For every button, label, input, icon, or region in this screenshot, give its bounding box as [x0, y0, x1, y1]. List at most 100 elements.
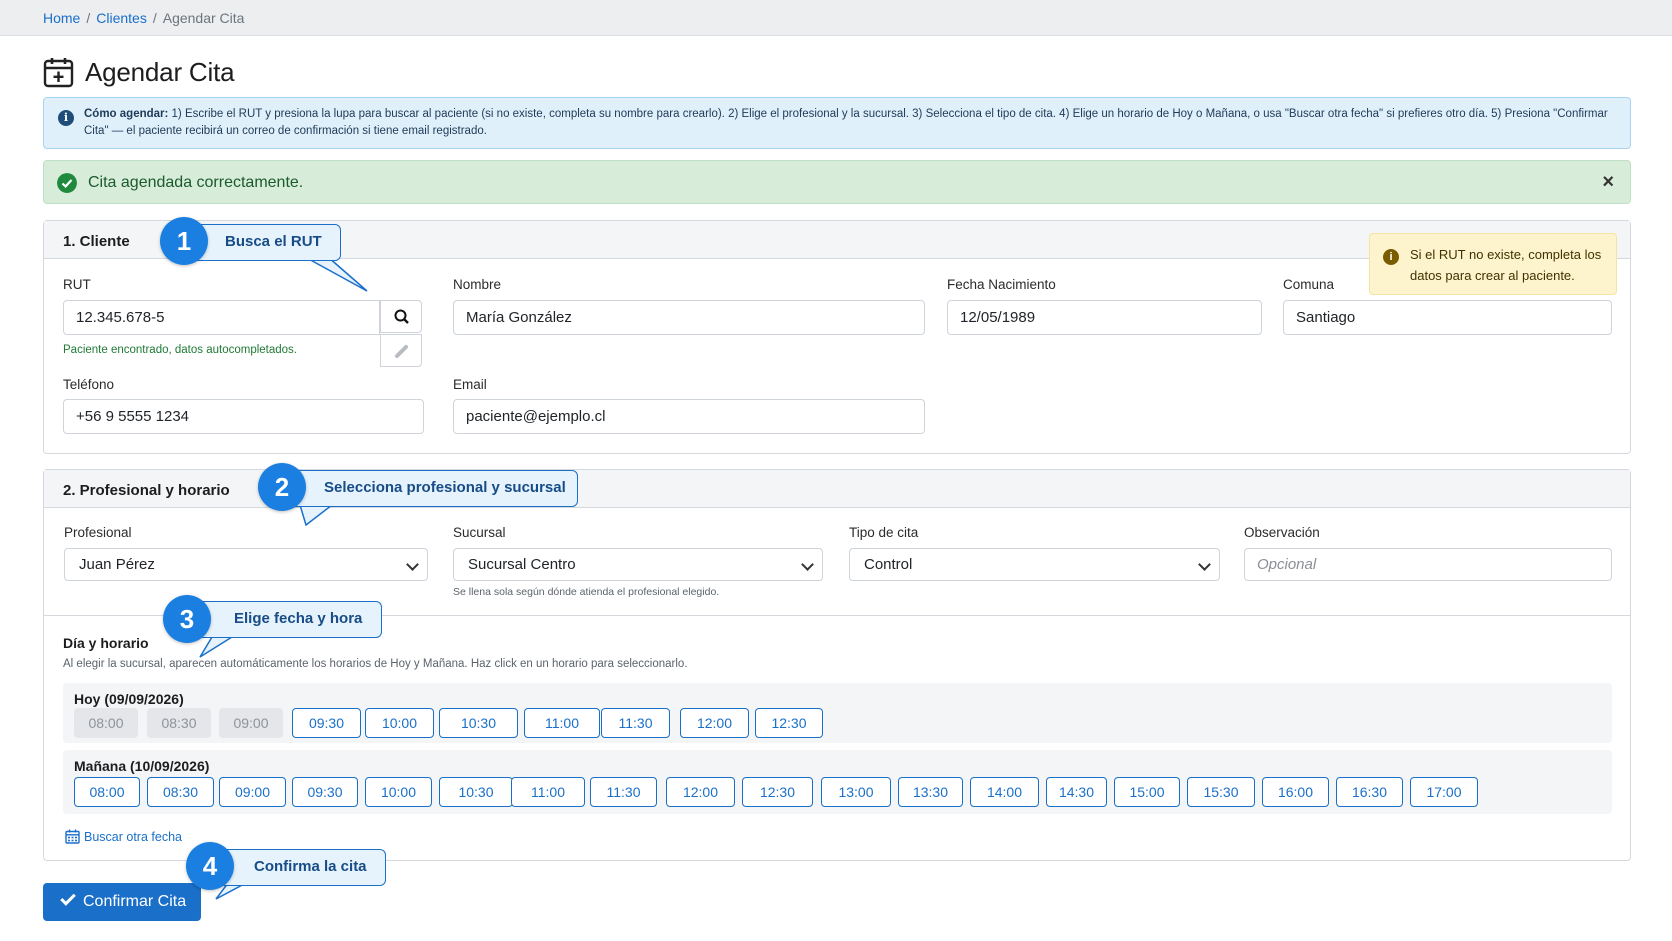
observacion-input[interactable]: Opcional [1244, 548, 1612, 581]
hoy-slots-panel: Hoy (09/09/2026) 08:00 08:30 09:00 09:30 10:… [63, 683, 1612, 743]
calendar-icon [65, 829, 80, 844]
step-2-badge: 2 [258, 463, 306, 511]
breadcrumb: Home / Clientes / Agendar Cita [43, 10, 244, 26]
calendar-plus-icon [43, 58, 74, 88]
observacion-label: Observación [1244, 525, 1320, 540]
check-circle-icon [57, 173, 77, 193]
instructions-box: i Cómo agendar: 1) Escribe el RUT y pres… [43, 97, 1631, 149]
time-slot[interactable]: 10:30 [439, 777, 513, 807]
time-slot[interactable]: 10:30 [439, 708, 518, 738]
buscar-otra-fecha-label: Buscar otra fecha [84, 829, 182, 844]
chevron-down-icon [1198, 558, 1211, 571]
time-slot: 08:30 [147, 708, 211, 738]
search-icon [394, 309, 409, 324]
time-slot[interactable]: 13:30 [898, 777, 963, 807]
nombre-label: Nombre [453, 277, 502, 292]
callout-1-text: Busca el RUT [225, 233, 322, 250]
time-slot[interactable]: 12:30 [755, 708, 823, 738]
time-slot[interactable]: 16:00 [1262, 777, 1329, 807]
chevron-down-icon [406, 558, 419, 571]
fecha-nacimiento-input[interactable]: 12/05/1989 [947, 300, 1262, 335]
instructions-heading: Cómo agendar: [84, 108, 169, 120]
time-slot[interactable]: 16:30 [1336, 777, 1403, 807]
pencil-icon [395, 345, 408, 358]
confirmar-cita-button[interactable]: Confirmar Cita [43, 883, 201, 921]
time-slot[interactable]: 14:30 [1046, 777, 1107, 807]
time-slot[interactable]: 14:00 [970, 777, 1039, 807]
callout-2-text: Selecciona profesional y sucursal [324, 479, 566, 496]
profesional-label: Profesional [64, 525, 132, 540]
time-slot[interactable]: 10:00 [365, 777, 432, 807]
callout-2: Selecciona profesional y sucursal [280, 470, 578, 507]
time-slot: 08:00 [74, 708, 138, 738]
manana-slots-panel: Mañana (10/09/2026) 08:00 08:30 09:00 09:30… [63, 750, 1612, 814]
time-slot[interactable]: 17:00 [1410, 777, 1478, 807]
profesional-selected: Juan Pérez [79, 556, 155, 573]
profesional-card: 2. Profesional y horario Profesional Jua… [43, 469, 1631, 861]
time-slot[interactable]: 12:00 [680, 708, 749, 738]
confirmar-cita-label: Confirmar Cita [83, 893, 187, 910]
close-icon[interactable]: × [1602, 171, 1614, 194]
time-slot[interactable]: 13:00 [821, 777, 891, 807]
instructions-text: 1) Escribe el RUT y presiona la lupa par… [84, 108, 1608, 137]
time-slot[interactable]: 15:30 [1187, 777, 1255, 807]
time-slot[interactable]: 08:00 [74, 777, 140, 807]
email-label: Email [453, 377, 487, 392]
time-slot[interactable]: 10:00 [365, 708, 434, 738]
top-bar: Home / Clientes / Agendar Cita [0, 0, 1672, 36]
time-slot: 09:00 [219, 708, 283, 738]
time-slot[interactable]: 12:00 [666, 777, 735, 807]
warning-info-icon: i [1383, 249, 1399, 265]
breadcrumb-separator: / [86, 10, 91, 26]
time-slot[interactable]: 11:00 [524, 708, 600, 738]
fecha-nacimiento-label: Fecha Nacimiento [947, 277, 1056, 292]
page-title: Agendar Cita [85, 56, 235, 87]
rut-label: RUT [63, 277, 91, 292]
time-slot[interactable]: 09:30 [292, 777, 358, 807]
profesional-select[interactable]: Juan Pérez [64, 548, 428, 581]
manana-label: Mañana (10/09/2026) [74, 758, 210, 774]
hoy-label: Hoy (09/09/2026) [74, 691, 184, 707]
step-4-badge: 4 [186, 842, 234, 890]
rut-input[interactable]: 12.345.678-5 [63, 300, 380, 335]
info-icon: i [58, 110, 74, 126]
time-slot[interactable]: 11:00 [511, 777, 585, 807]
breadcrumb-clientes-link[interactable]: Clientes [96, 10, 147, 26]
breadcrumb-current: Agendar Cita [162, 10, 245, 26]
time-slot[interactable]: 08:30 [147, 777, 214, 807]
sucursal-select[interactable]: Sucursal Centro [453, 548, 823, 581]
tipo-cita-select[interactable]: Control [849, 548, 1220, 581]
callout-4: Confirma la cita [209, 849, 386, 886]
tipo-cita-selected: Control [864, 556, 913, 573]
check-icon [60, 890, 76, 906]
time-slot[interactable]: 11:30 [601, 708, 670, 738]
search-rut-button[interactable] [380, 300, 422, 333]
comuna-label: Comuna [1283, 277, 1335, 292]
callout-3: Elige fecha y hora [188, 601, 382, 638]
rut-hint: Paciente encontrado, datos autocompletad… [63, 344, 297, 356]
telefono-label: Teléfono [63, 377, 115, 392]
page-header: Agendar Cita [43, 56, 235, 88]
nombre-input[interactable]: María González [453, 300, 925, 335]
time-slot[interactable]: 12:30 [742, 777, 813, 807]
time-slot[interactable]: 09:00 [219, 777, 286, 807]
warning-text: Si el RUT no existe, completa los datos … [1410, 247, 1602, 283]
sucursal-selected: Sucursal Centro [468, 556, 576, 573]
telefono-input[interactable]: +56 9 5555 1234 [63, 399, 424, 434]
callout-3-text: Elige fecha y hora [234, 610, 363, 627]
callout-1: Busca el RUT [187, 224, 341, 261]
time-slot[interactable]: 09:30 [292, 708, 361, 738]
time-slot[interactable]: 11:30 [590, 777, 657, 807]
callout-4-text: Confirma la cita [254, 858, 367, 875]
dia-horario-hint: Al elegir la sucursal, aparecen automáti… [63, 658, 688, 670]
edit-rut-button[interactable] [380, 334, 422, 367]
breadcrumb-home-link[interactable]: Home [43, 10, 80, 26]
breadcrumb-separator: / [152, 10, 157, 26]
step-3-badge: 3 [163, 595, 211, 643]
sucursal-hint: Se llena sola según dónde atienda el pro… [453, 586, 720, 598]
time-slot[interactable]: 15:00 [1114, 777, 1180, 807]
chevron-down-icon [801, 558, 814, 571]
email-input[interactable]: paciente@ejemplo.cl [453, 399, 925, 434]
comuna-input[interactable]: Santiago [1283, 300, 1612, 335]
buscar-otra-fecha-link[interactable]: Buscar otra fecha [65, 829, 182, 844]
